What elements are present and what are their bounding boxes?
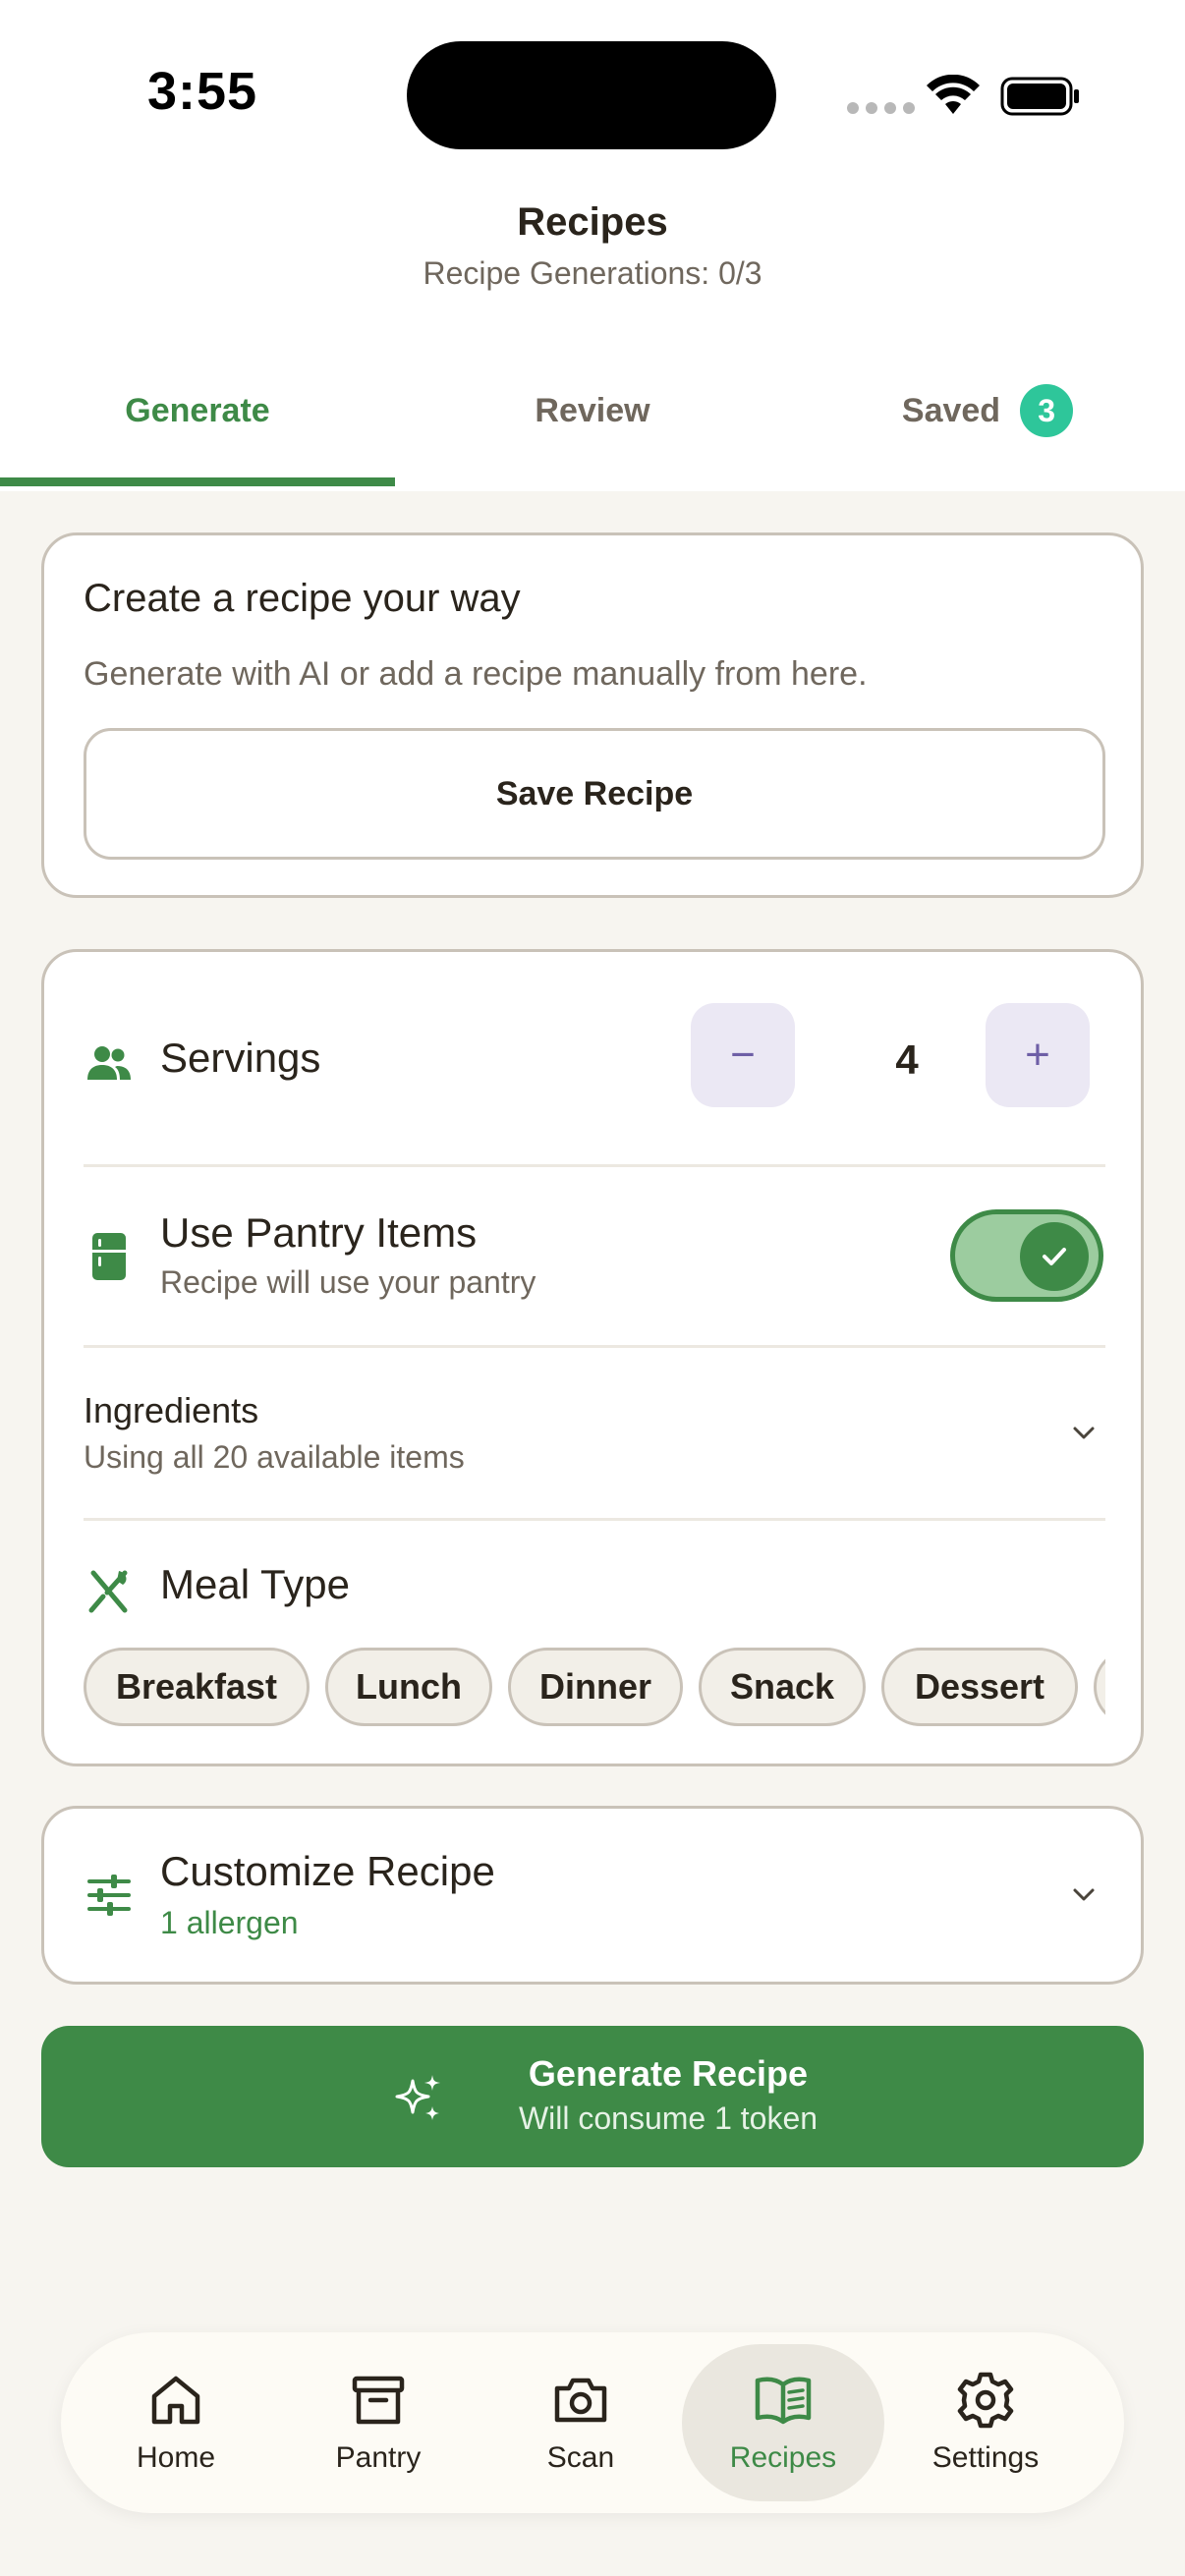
servings-label: Servings [160, 1035, 321, 1081]
meal-chip-lunch[interactable]: Lunch [325, 1648, 492, 1726]
customize-label: Customize Recipe [160, 1848, 495, 1894]
divider [84, 1345, 1105, 1348]
ingredients-label: Ingredients [84, 1390, 259, 1430]
nav-label: Pantry [335, 2441, 422, 2474]
tab-saved[interactable]: Saved 3 [790, 354, 1185, 468]
nav-label: Home [136, 2441, 216, 2474]
toggle-knob [1020, 1222, 1089, 1291]
status-bar: 3:55 [0, 0, 1185, 177]
pantry-subtitle: Recipe will use your pantry [160, 1264, 536, 1300]
meal-chip-snack[interactable]: Snack [699, 1648, 866, 1726]
archive-icon [352, 2376, 405, 2425]
home-icon [151, 2376, 200, 2425]
sparkles-icon [395, 2075, 440, 2120]
increase-servings-button[interactable]: + [986, 1003, 1090, 1107]
status-time: 3:55 [147, 62, 258, 121]
fridge-icon [92, 1233, 126, 1280]
nav-scan[interactable]: Scan [480, 2344, 682, 2501]
people-icon [87, 1046, 131, 1080]
nav-recipes[interactable]: Recipes [682, 2344, 884, 2501]
bottom-navigation: Home Pantry Scan Recipes Settings [61, 2332, 1124, 2513]
save-recipe-button[interactable]: Save Recipe [84, 728, 1105, 860]
generations-counter: Recipe Generations: 0/3 [423, 255, 762, 291]
generate-recipe-button[interactable]: Generate Recipe Will consume 1 token [41, 2026, 1144, 2167]
divider [84, 1164, 1105, 1167]
divider [84, 1518, 1105, 1521]
meal-chip-dessert[interactable]: Dessert [881, 1648, 1078, 1726]
active-tab-indicator [0, 477, 395, 486]
tab-label: Review [535, 391, 650, 429]
generate-title: Generate Recipe [528, 2053, 809, 2094]
utensils-icon [88, 1570, 128, 1613]
meal-type-label: Meal Type [160, 1561, 350, 1607]
check-icon [1043, 1248, 1066, 1265]
gear-icon [957, 2372, 1014, 2429]
create-recipe-card: Create a recipe your way Generate with A… [41, 532, 1144, 898]
tab-label: Saved [901, 391, 1001, 429]
allergen-count: 1 allergen [160, 1905, 299, 1940]
saved-count-badge: 3 [1020, 384, 1074, 437]
chevron-down-icon [1073, 1427, 1095, 1439]
tab-review[interactable]: Review [395, 354, 790, 468]
nav-label: Scan [546, 2441, 615, 2474]
ingredients-subtitle: Using all 20 available items [84, 1439, 465, 1475]
servings-value: 4 [895, 1036, 919, 1083]
pantry-label: Use Pantry Items [160, 1209, 478, 1256]
tab-generate[interactable]: Generate [0, 354, 395, 468]
recipe-options-card: Servings − 4 + Use Pantry Items Recipe w… [41, 949, 1144, 1766]
use-pantry-toggle[interactable] [950, 1209, 1103, 1302]
tab-bar: Generate Review Saved 3 [0, 354, 1185, 487]
book-icon [755, 2377, 812, 2425]
dynamic-island [407, 41, 776, 149]
card-subtitle: Generate with AI or add a recipe manuall… [84, 655, 868, 693]
meal-chip-partial[interactable] [1094, 1648, 1105, 1726]
nav-pantry[interactable]: Pantry [277, 2344, 480, 2501]
meal-chip-breakfast[interactable]: Breakfast [84, 1648, 310, 1726]
tab-label: Generate [125, 391, 270, 429]
card-title: Create a recipe your way [84, 577, 521, 620]
meal-type-chips: Breakfast Lunch Dinner Snack Dessert [84, 1648, 1105, 1728]
nav-label: Recipes [729, 2441, 837, 2474]
customize-recipe-card[interactable]: Customize Recipe 1 allergen [41, 1806, 1144, 1985]
decrease-servings-button[interactable]: − [691, 1003, 795, 1107]
wifi-icon [927, 75, 980, 114]
nav-label: Settings [931, 2441, 1040, 2474]
sliders-icon [87, 1875, 131, 1916]
meal-chip-dinner[interactable]: Dinner [508, 1648, 683, 1726]
nav-settings[interactable]: Settings [884, 2344, 1087, 2501]
chevron-down-icon [1073, 1888, 1095, 1901]
page-title: Recipes [517, 200, 668, 244]
signal-icon [847, 102, 915, 114]
battery-icon [1000, 77, 1079, 116]
generate-subtitle: Will consume 1 token [518, 2100, 818, 2136]
camera-icon [554, 2378, 607, 2423]
nav-home[interactable]: Home [75, 2344, 277, 2501]
